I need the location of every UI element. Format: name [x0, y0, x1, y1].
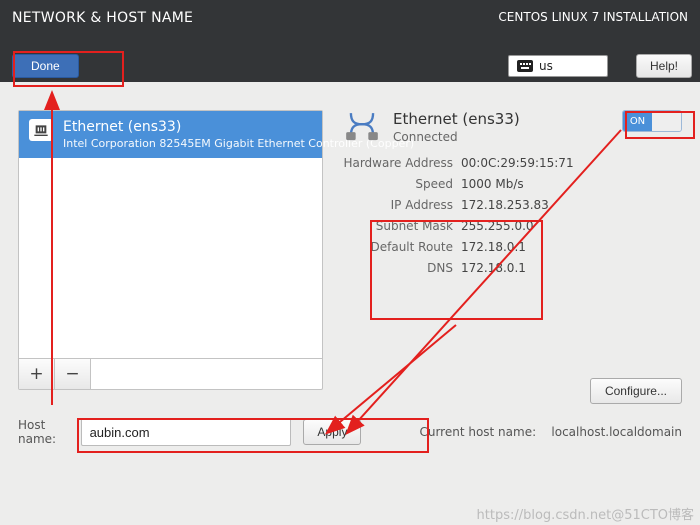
kv-label: DNS: [343, 261, 461, 275]
kv-value: 172.18.0.1: [461, 261, 526, 275]
current-hostname-value: localhost.localdomain: [551, 425, 682, 439]
done-button[interactable]: Done: [12, 54, 79, 78]
titlebar: NETWORK & HOST NAME CENTOS LINUX 7 INSTA…: [0, 0, 700, 50]
current-hostname-label: Current host name:: [419, 425, 536, 439]
add-nic-button[interactable]: +: [19, 359, 55, 389]
keyboard-layout-selector[interactable]: us: [508, 55, 608, 77]
host-row: Host name: Apply Current host name: loca…: [0, 400, 700, 458]
apply-button[interactable]: Apply: [303, 419, 361, 445]
watermark: https://blog.csdn.net@51CTO博客: [477, 504, 694, 523]
page-title: NETWORK & HOST NAME: [12, 10, 193, 26]
configure-button[interactable]: Configure...: [590, 378, 682, 404]
kv-value: 255.255.0.0: [461, 219, 534, 233]
keyboard-layout-label: us: [539, 59, 553, 73]
toggle-on-label: ON: [623, 111, 652, 131]
nic-list-item[interactable]: Ethernet (ens33) Intel Corporation 82545…: [19, 111, 322, 158]
kv-value: 00:0C:29:59:15:71: [461, 156, 574, 170]
kv-label: Default Route: [343, 240, 461, 254]
product-title: CENTOS LINUX 7 INSTALLATION: [498, 10, 688, 24]
detail-status: Connected: [393, 130, 520, 144]
kv-label: IP Address: [343, 198, 461, 212]
ethernet-icon: [29, 119, 53, 141]
kv-label: Subnet Mask: [343, 219, 461, 233]
hostname-label: Host name:: [18, 418, 69, 446]
kv-label: Speed: [343, 177, 461, 191]
kv-value: 1000 Mb/s: [461, 177, 524, 191]
main-content: Ethernet (ens33) Intel Corporation 82545…: [0, 82, 700, 400]
nic-list: Ethernet (ens33) Intel Corporation 82545…: [18, 110, 323, 390]
hostname-input[interactable]: [81, 418, 292, 446]
kv-value: 172.18.253.83: [461, 198, 549, 212]
kv-value: 172.18.0.1: [461, 240, 526, 254]
nic-detail: Ethernet (ens33) Connected ON Hardware A…: [343, 110, 682, 390]
kv-label: Hardware Address: [343, 156, 461, 170]
detail-title: Ethernet (ens33): [393, 110, 520, 128]
help-button[interactable]: Help!: [636, 54, 692, 78]
keyboard-icon: [517, 60, 533, 72]
remove-nic-button[interactable]: −: [55, 359, 91, 389]
ethernet-large-icon: [343, 110, 381, 144]
connection-toggle[interactable]: ON: [622, 110, 682, 132]
accent-bar: Done us Help!: [0, 50, 700, 82]
